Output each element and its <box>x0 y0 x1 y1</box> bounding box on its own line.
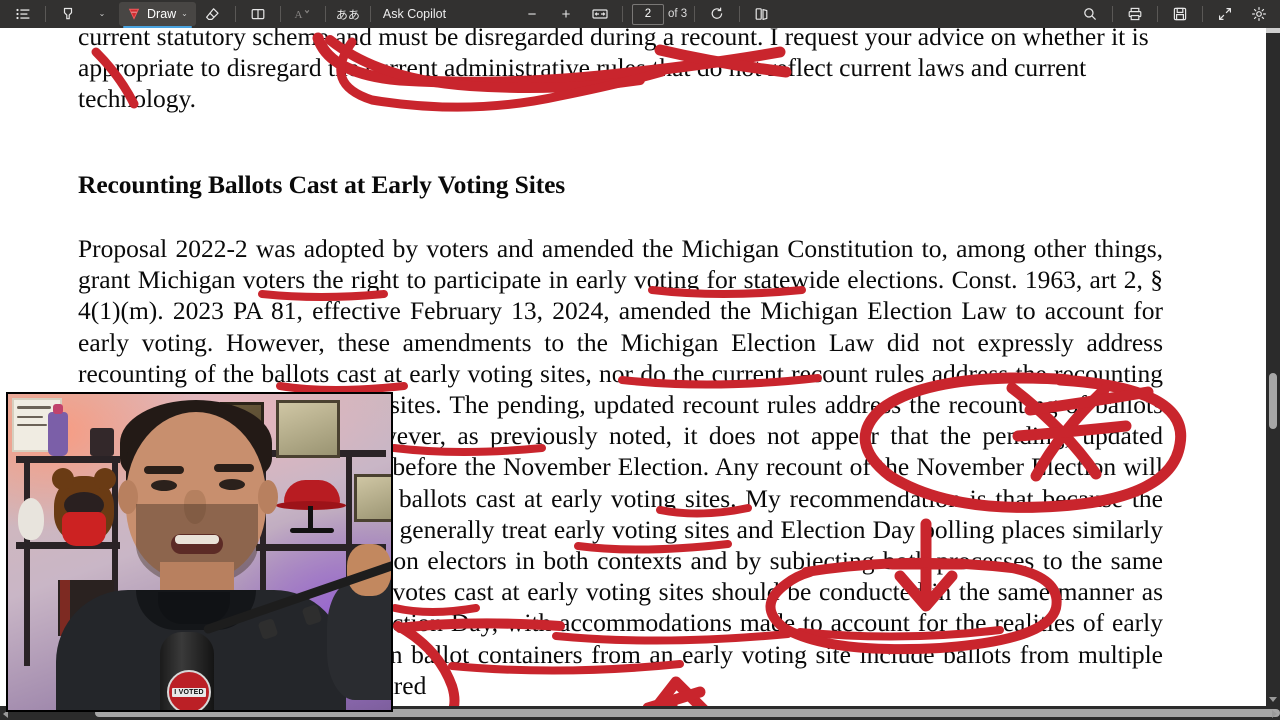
toolbar-center-group: − + 2 of 3 <box>515 0 779 28</box>
wall-frame-small <box>354 474 391 522</box>
zoom-in-button[interactable]: + <box>549 3 583 25</box>
wall-frame-light <box>276 400 340 458</box>
page-view-button[interactable] <box>241 3 275 25</box>
rotate-button[interactable] <box>700 3 734 25</box>
red-cap <box>276 480 346 510</box>
draw-button[interactable]: Draw ⌄ <box>119 2 196 28</box>
highlight-button[interactable] <box>51 3 85 25</box>
shelf-penguin <box>18 498 44 540</box>
person-mouth <box>171 534 223 554</box>
toolbar-divider <box>1157 6 1158 22</box>
toolbar-divider <box>324 6 326 22</box>
vertical-scrollbar-thumb[interactable] <box>1269 373 1277 429</box>
toolbar-left-group: ⌄ Draw ⌄ A ああ Ask Copilot <box>0 0 453 28</box>
ask-copilot-button[interactable]: Ask Copilot <box>376 3 453 25</box>
translate-button[interactable]: ああ <box>331 3 365 25</box>
zoom-in-label: + <box>561 5 571 23</box>
webcam-overlay: I VOTED <box>6 392 393 712</box>
person-brow-left <box>144 466 184 474</box>
scrollbar-top-cap <box>1266 28 1280 33</box>
wall-sign-line <box>17 406 51 409</box>
toolbar-divider <box>694 6 696 22</box>
teddy-bear <box>52 468 116 546</box>
toolbar-divider <box>369 6 371 22</box>
section-heading: Recounting Ballots Cast at Early Voting … <box>78 170 566 199</box>
toolbar-divider <box>739 6 741 22</box>
toolbar-divider <box>234 6 236 22</box>
scroll-right-arrow-icon[interactable] <box>1272 710 1277 718</box>
pdf-viewer-window: ⌄ Draw ⌄ A ああ Ask Copilot − + 2 of 3 cur… <box>0 0 1280 720</box>
toolbar-divider <box>622 6 623 22</box>
save-button[interactable] <box>1163 3 1197 25</box>
shelf-post-left <box>24 456 30 666</box>
search-icon <box>1084 8 1097 21</box>
scroll-down-arrow-icon[interactable] <box>1269 697 1277 702</box>
page-number-value: 2 <box>644 8 652 20</box>
print-icon <box>1128 7 1142 21</box>
two-page-view-button[interactable] <box>745 3 779 25</box>
toolbar-right-group <box>1073 0 1276 28</box>
read-aloud-icon: A <box>294 9 310 21</box>
page-view-icon <box>251 8 265 20</box>
fullscreen-button[interactable] <box>1208 3 1242 25</box>
page-number-input[interactable]: 2 <box>632 3 664 25</box>
vertical-scrollbar[interactable] <box>1266 28 1280 706</box>
person-brow-right <box>214 464 254 472</box>
pdf-toolbar: ⌄ Draw ⌄ A ああ Ask Copilot − + 2 of 3 <box>0 0 1280 28</box>
translate-label: ああ <box>335 7 360 22</box>
paragraph-1: current statutory scheme and must be dis… <box>78 28 1149 114</box>
shelf-box <box>90 428 114 456</box>
highlighter-icon <box>63 7 73 20</box>
toolbar-divider <box>45 6 46 22</box>
ask-copilot-label: Ask Copilot <box>382 7 447 21</box>
print-button[interactable] <box>1118 3 1152 25</box>
i-voted-sticker: I VOTED <box>167 670 211 710</box>
erase-button[interactable] <box>196 3 230 25</box>
search-button[interactable] <box>1073 3 1107 25</box>
list-icon <box>16 8 30 20</box>
gear-icon <box>1252 7 1266 21</box>
draw-label: Draw <box>147 7 177 21</box>
person-eye-left <box>151 480 177 491</box>
toolbar-divider <box>1202 6 1203 22</box>
webcam-video: I VOTED <box>8 394 391 710</box>
highlight-options-button[interactable]: ⌄ <box>85 3 119 25</box>
table-of-contents-button[interactable] <box>6 3 40 25</box>
expand-arrows-icon <box>1219 8 1231 20</box>
person-ear-left <box>118 480 138 514</box>
wall-sign-line <box>17 416 43 418</box>
zoom-out-label: − <box>527 5 537 23</box>
chevron-down-icon: ⌄ <box>98 9 106 18</box>
shelf-top <box>16 456 120 463</box>
svg-text:A: A <box>294 9 302 21</box>
shelf-bottle <box>48 412 68 456</box>
person-ear-right <box>258 480 278 514</box>
settings-button[interactable] <box>1242 3 1276 25</box>
person-teeth <box>175 535 219 544</box>
fit-to-page-button[interactable] <box>583 3 617 25</box>
toolbar-divider <box>279 6 281 22</box>
fit-page-icon <box>592 9 608 19</box>
two-page-icon <box>755 8 768 20</box>
shelf-bottle-cap <box>53 404 63 414</box>
eraser-icon <box>206 7 219 20</box>
rotate-icon <box>711 7 723 19</box>
person-arm <box>327 580 391 700</box>
save-icon <box>1173 7 1187 21</box>
cap-stand <box>308 506 313 528</box>
teddy-bear-body <box>62 512 106 546</box>
read-aloud-button[interactable]: A <box>286 3 320 25</box>
page-total-label: of 3 <box>668 8 688 20</box>
i-voted-sticker-text: I VOTED <box>172 687 206 697</box>
zoom-out-button[interactable]: − <box>515 3 549 25</box>
wall-sign-line <box>17 424 47 426</box>
toolbar-divider <box>1112 6 1113 22</box>
chevron-down-icon: ⌄ <box>181 9 188 18</box>
person-eye-right <box>219 479 245 490</box>
cap-base <box>290 528 334 533</box>
pen-icon <box>128 8 140 20</box>
